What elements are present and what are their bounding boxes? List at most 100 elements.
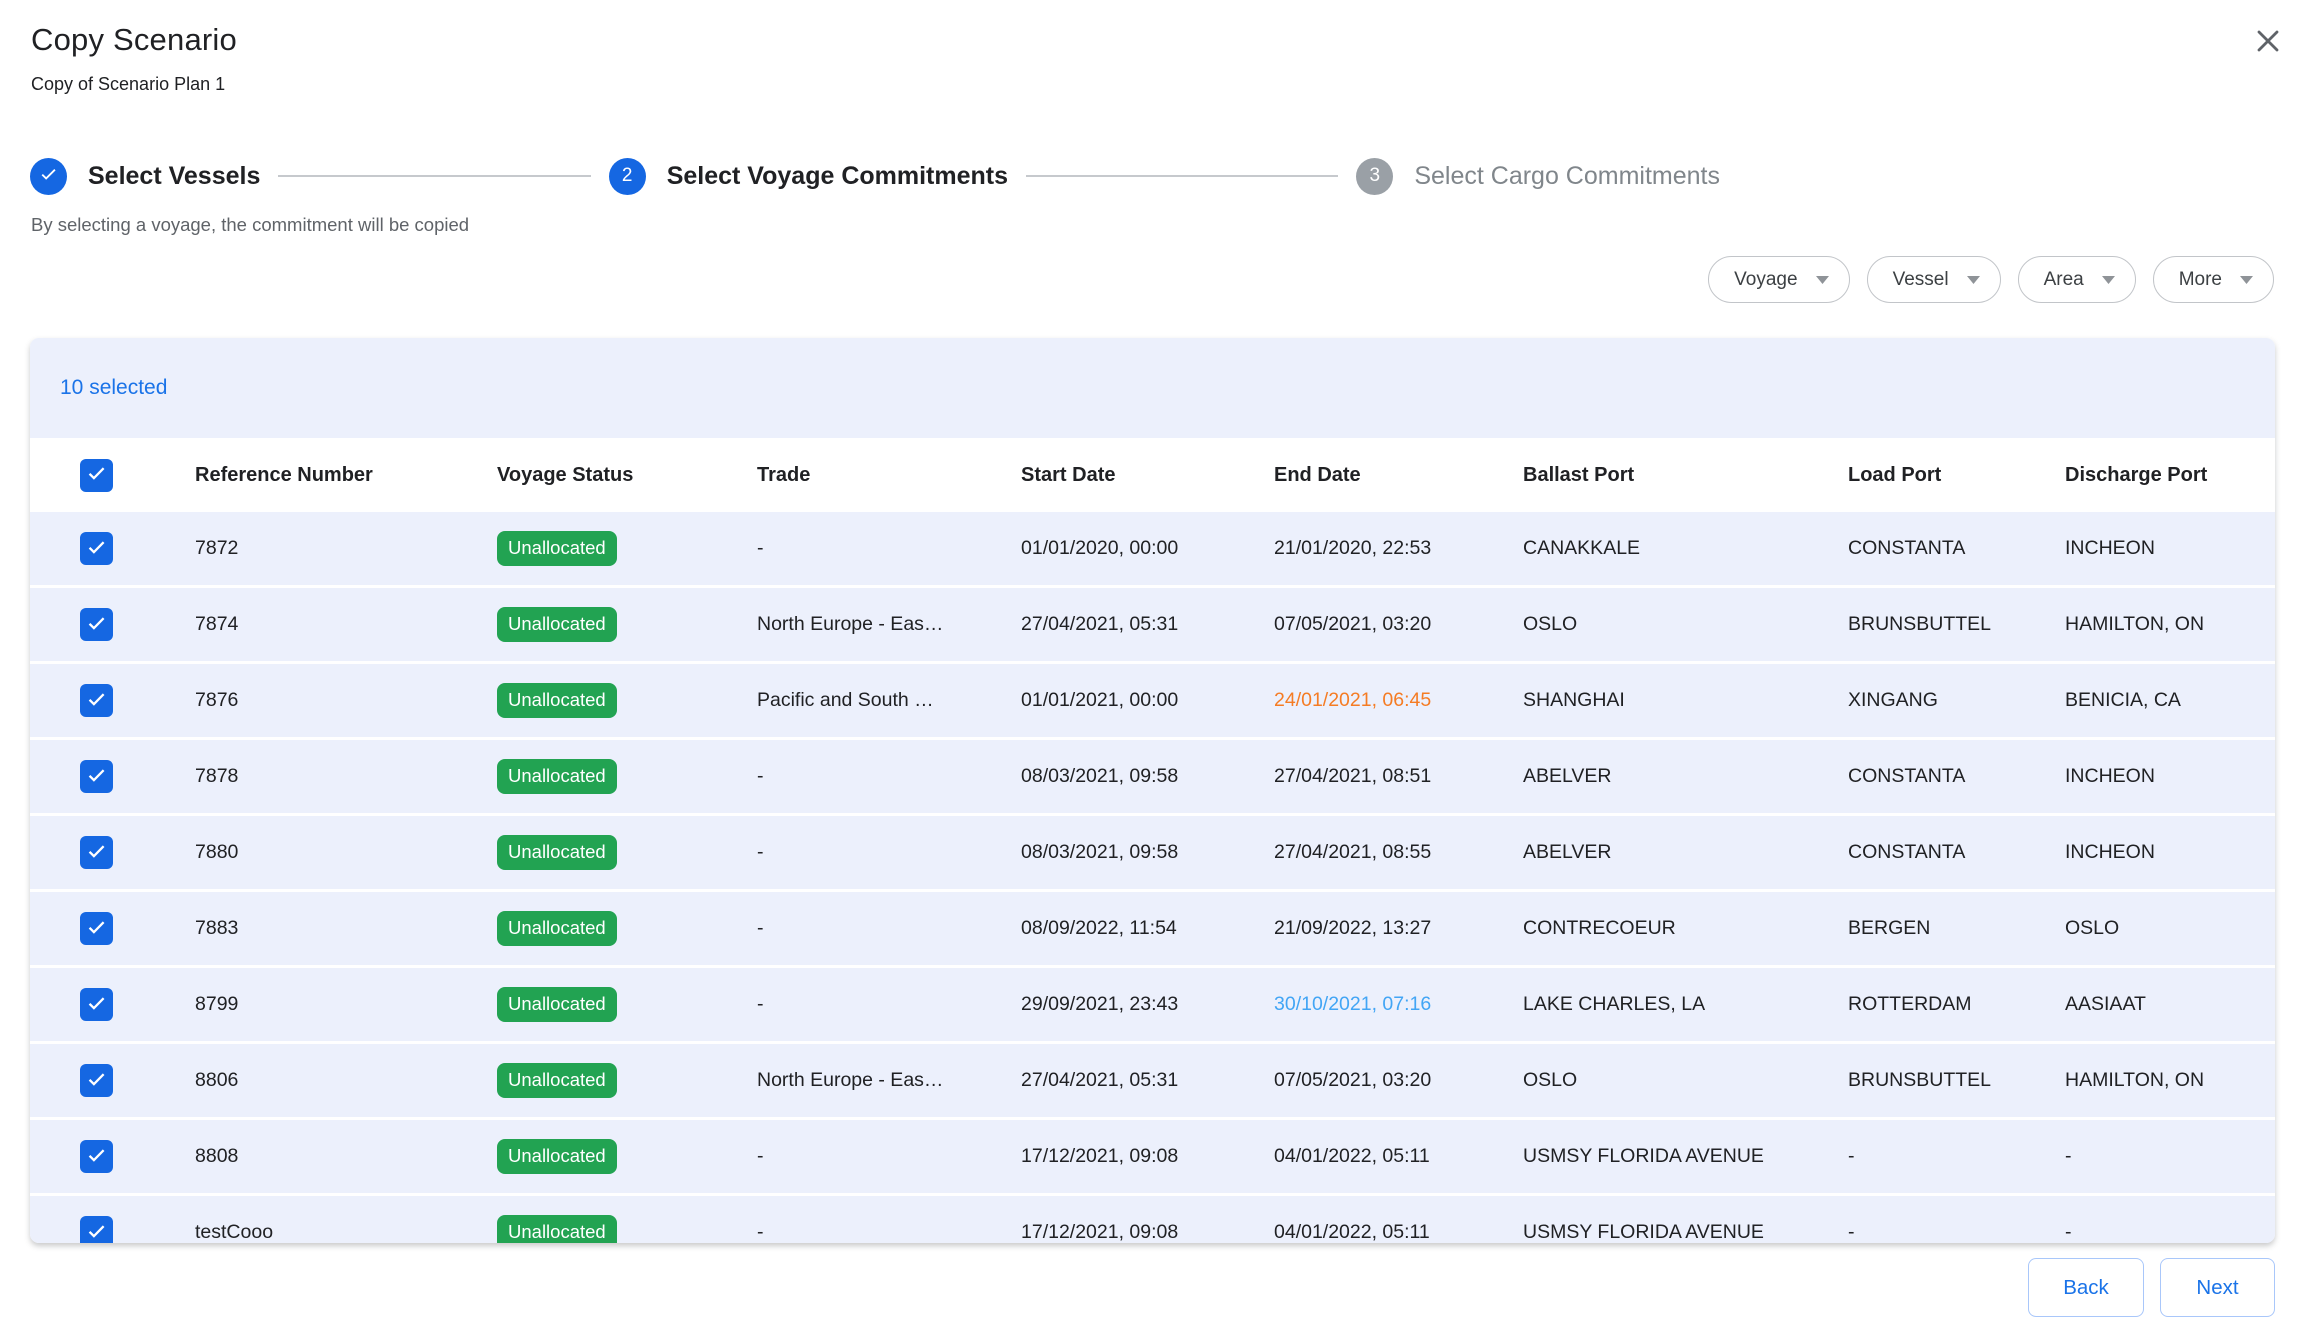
table-row[interactable]: 7883 Unallocated - 08/09/2022, 11:54 21/… <box>30 892 2275 968</box>
table-body: 7872 Unallocated - 01/01/2020, 00:00 21/… <box>30 512 2275 1243</box>
discharge-port-cell: OSLO <box>2065 917 2275 940</box>
filter-vessel-label: Vessel <box>1893 269 1949 291</box>
filter-area-button[interactable]: Area <box>2018 256 2136 303</box>
modal-subtitle: Copy of Scenario Plan 1 <box>31 74 225 95</box>
column-header-trade: Trade <box>757 464 1021 487</box>
end-date-cell: 21/09/2022, 13:27 <box>1274 917 1523 940</box>
discharge-port-cell: INCHEON <box>2065 537 2275 560</box>
row-checkbox[interactable] <box>80 1064 113 1097</box>
check-icon <box>85 1219 108 1244</box>
load-port-cell: BRUNSBUTTEL <box>1848 1069 2065 1092</box>
table-row[interactable]: testCooo Unallocated - 17/12/2021, 09:08… <box>30 1196 2275 1243</box>
table-row[interactable]: 7878 Unallocated - 08/03/2021, 09:58 27/… <box>30 740 2275 816</box>
status-badge: Unallocated <box>497 987 617 1022</box>
row-checkbox[interactable] <box>80 912 113 945</box>
table-row[interactable]: 8799 Unallocated - 29/09/2021, 23:43 30/… <box>30 968 2275 1044</box>
check-icon <box>85 535 108 563</box>
column-header-discharge-port: Discharge Port <box>2065 464 2275 487</box>
ballast-port-cell: OSLO <box>1523 1069 1848 1092</box>
filter-vessel-button[interactable]: Vessel <box>1867 256 2001 303</box>
check-icon <box>85 839 108 867</box>
end-date-cell: 07/05/2021, 03:20 <box>1274 1069 1523 1092</box>
check-icon <box>85 763 108 791</box>
ballast-port-cell: CONTRECOEUR <box>1523 917 1848 940</box>
filter-voyage-label: Voyage <box>1734 269 1797 291</box>
select-all-checkbox[interactable] <box>80 459 113 492</box>
row-checkbox[interactable] <box>80 1140 113 1173</box>
status-badge: Unallocated <box>497 835 617 870</box>
row-checkbox[interactable] <box>80 1216 113 1243</box>
status-badge: Unallocated <box>497 531 617 566</box>
discharge-port-cell: INCHEON <box>2065 765 2275 788</box>
step-3-circle: 3 <box>1356 158 1393 195</box>
table-header-row: Reference Number Voyage Status Trade Sta… <box>30 438 2275 512</box>
reference-number-cell: 7876 <box>195 689 497 712</box>
selected-count: 10 selected <box>60 376 167 400</box>
step-1-circle <box>30 158 67 195</box>
table-row[interactable]: 7876 Unallocated Pacific and South … 01/… <box>30 664 2275 740</box>
chevron-down-icon <box>1967 276 1980 284</box>
voyage-status-cell: Unallocated <box>497 1215 757 1243</box>
reference-number-cell: 7872 <box>195 537 497 560</box>
voyage-status-cell: Unallocated <box>497 759 757 794</box>
selection-summary-bar: 10 selected <box>30 338 2275 438</box>
chevron-down-icon <box>2240 276 2253 284</box>
filter-more-label: More <box>2179 269 2222 291</box>
step-select-vessels: Select Vessels <box>30 158 260 195</box>
table-row[interactable]: 8808 Unallocated - 17/12/2021, 09:08 04/… <box>30 1120 2275 1196</box>
filter-area-label: Area <box>2044 269 2084 291</box>
column-header-voyage-status: Voyage Status <box>497 464 757 487</box>
end-date-cell: 04/01/2022, 05:11 <box>1274 1145 1523 1168</box>
back-button[interactable]: Back <box>2028 1258 2144 1317</box>
row-checkbox[interactable] <box>80 608 113 641</box>
load-port-cell: CONSTANTA <box>1848 537 2065 560</box>
discharge-port-cell: - <box>2065 1221 2275 1243</box>
trade-cell: - <box>757 537 1021 560</box>
check-icon <box>85 687 108 715</box>
table-row[interactable]: 7874 Unallocated North Europe - Eas… 27/… <box>30 588 2275 664</box>
ballast-port-cell: USMSY FLORIDA AVENUE <box>1523 1221 1848 1243</box>
filter-voyage-button[interactable]: Voyage <box>1708 256 1849 303</box>
close-button[interactable] <box>2248 22 2288 62</box>
trade-cell: - <box>757 1221 1021 1243</box>
start-date-cell: 08/03/2021, 09:58 <box>1021 765 1274 788</box>
row-checkbox[interactable] <box>80 532 113 565</box>
end-date-cell: 27/04/2021, 08:51 <box>1274 765 1523 788</box>
voyage-status-cell: Unallocated <box>497 1139 757 1174</box>
voyage-status-cell: Unallocated <box>497 531 757 566</box>
table-row[interactable]: 8806 Unallocated North Europe - Eas… 27/… <box>30 1044 2275 1120</box>
start-date-cell: 29/09/2021, 23:43 <box>1021 993 1274 1016</box>
row-checkbox[interactable] <box>80 684 113 717</box>
reference-number-cell: 7880 <box>195 841 497 864</box>
table-row[interactable]: 7872 Unallocated - 01/01/2020, 00:00 21/… <box>30 512 2275 588</box>
check-icon <box>85 461 108 489</box>
start-date-cell: 08/09/2022, 11:54 <box>1021 917 1274 940</box>
end-date-cell: 07/05/2021, 03:20 <box>1274 613 1523 636</box>
row-checkbox[interactable] <box>80 836 113 869</box>
end-date-cell: 04/01/2022, 05:11 <box>1274 1221 1523 1243</box>
filter-bar: Voyage Vessel Area More <box>1708 256 2274 303</box>
row-checkbox[interactable] <box>80 988 113 1021</box>
load-port-cell: CONSTANTA <box>1848 841 2065 864</box>
trade-cell: - <box>757 993 1021 1016</box>
filter-more-button[interactable]: More <box>2153 256 2274 303</box>
row-checkbox[interactable] <box>80 760 113 793</box>
voyage-status-cell: Unallocated <box>497 911 757 946</box>
ballast-port-cell: OSLO <box>1523 613 1848 636</box>
start-date-cell: 08/03/2021, 09:58 <box>1021 841 1274 864</box>
step-1-label: Select Vessels <box>88 162 260 191</box>
table-row[interactable]: 7880 Unallocated - 08/03/2021, 09:58 27/… <box>30 816 2275 892</box>
status-badge: Unallocated <box>497 607 617 642</box>
step-3-label: Select Cargo Commitments <box>1414 162 1720 191</box>
check-icon <box>85 1067 108 1095</box>
trade-cell: North Europe - Eas… <box>757 613 1021 636</box>
ballast-port-cell: CANAKKALE <box>1523 537 1848 560</box>
stepper-connector <box>278 175 590 177</box>
reference-number-cell: 8806 <box>195 1069 497 1092</box>
start-date-cell: 17/12/2021, 09:08 <box>1021 1145 1274 1168</box>
start-date-cell: 01/01/2021, 00:00 <box>1021 689 1274 712</box>
trade-cell: - <box>757 765 1021 788</box>
discharge-port-cell: HAMILTON, ON <box>2065 613 2275 636</box>
next-button[interactable]: Next <box>2160 1258 2275 1317</box>
status-badge: Unallocated <box>497 1215 617 1243</box>
